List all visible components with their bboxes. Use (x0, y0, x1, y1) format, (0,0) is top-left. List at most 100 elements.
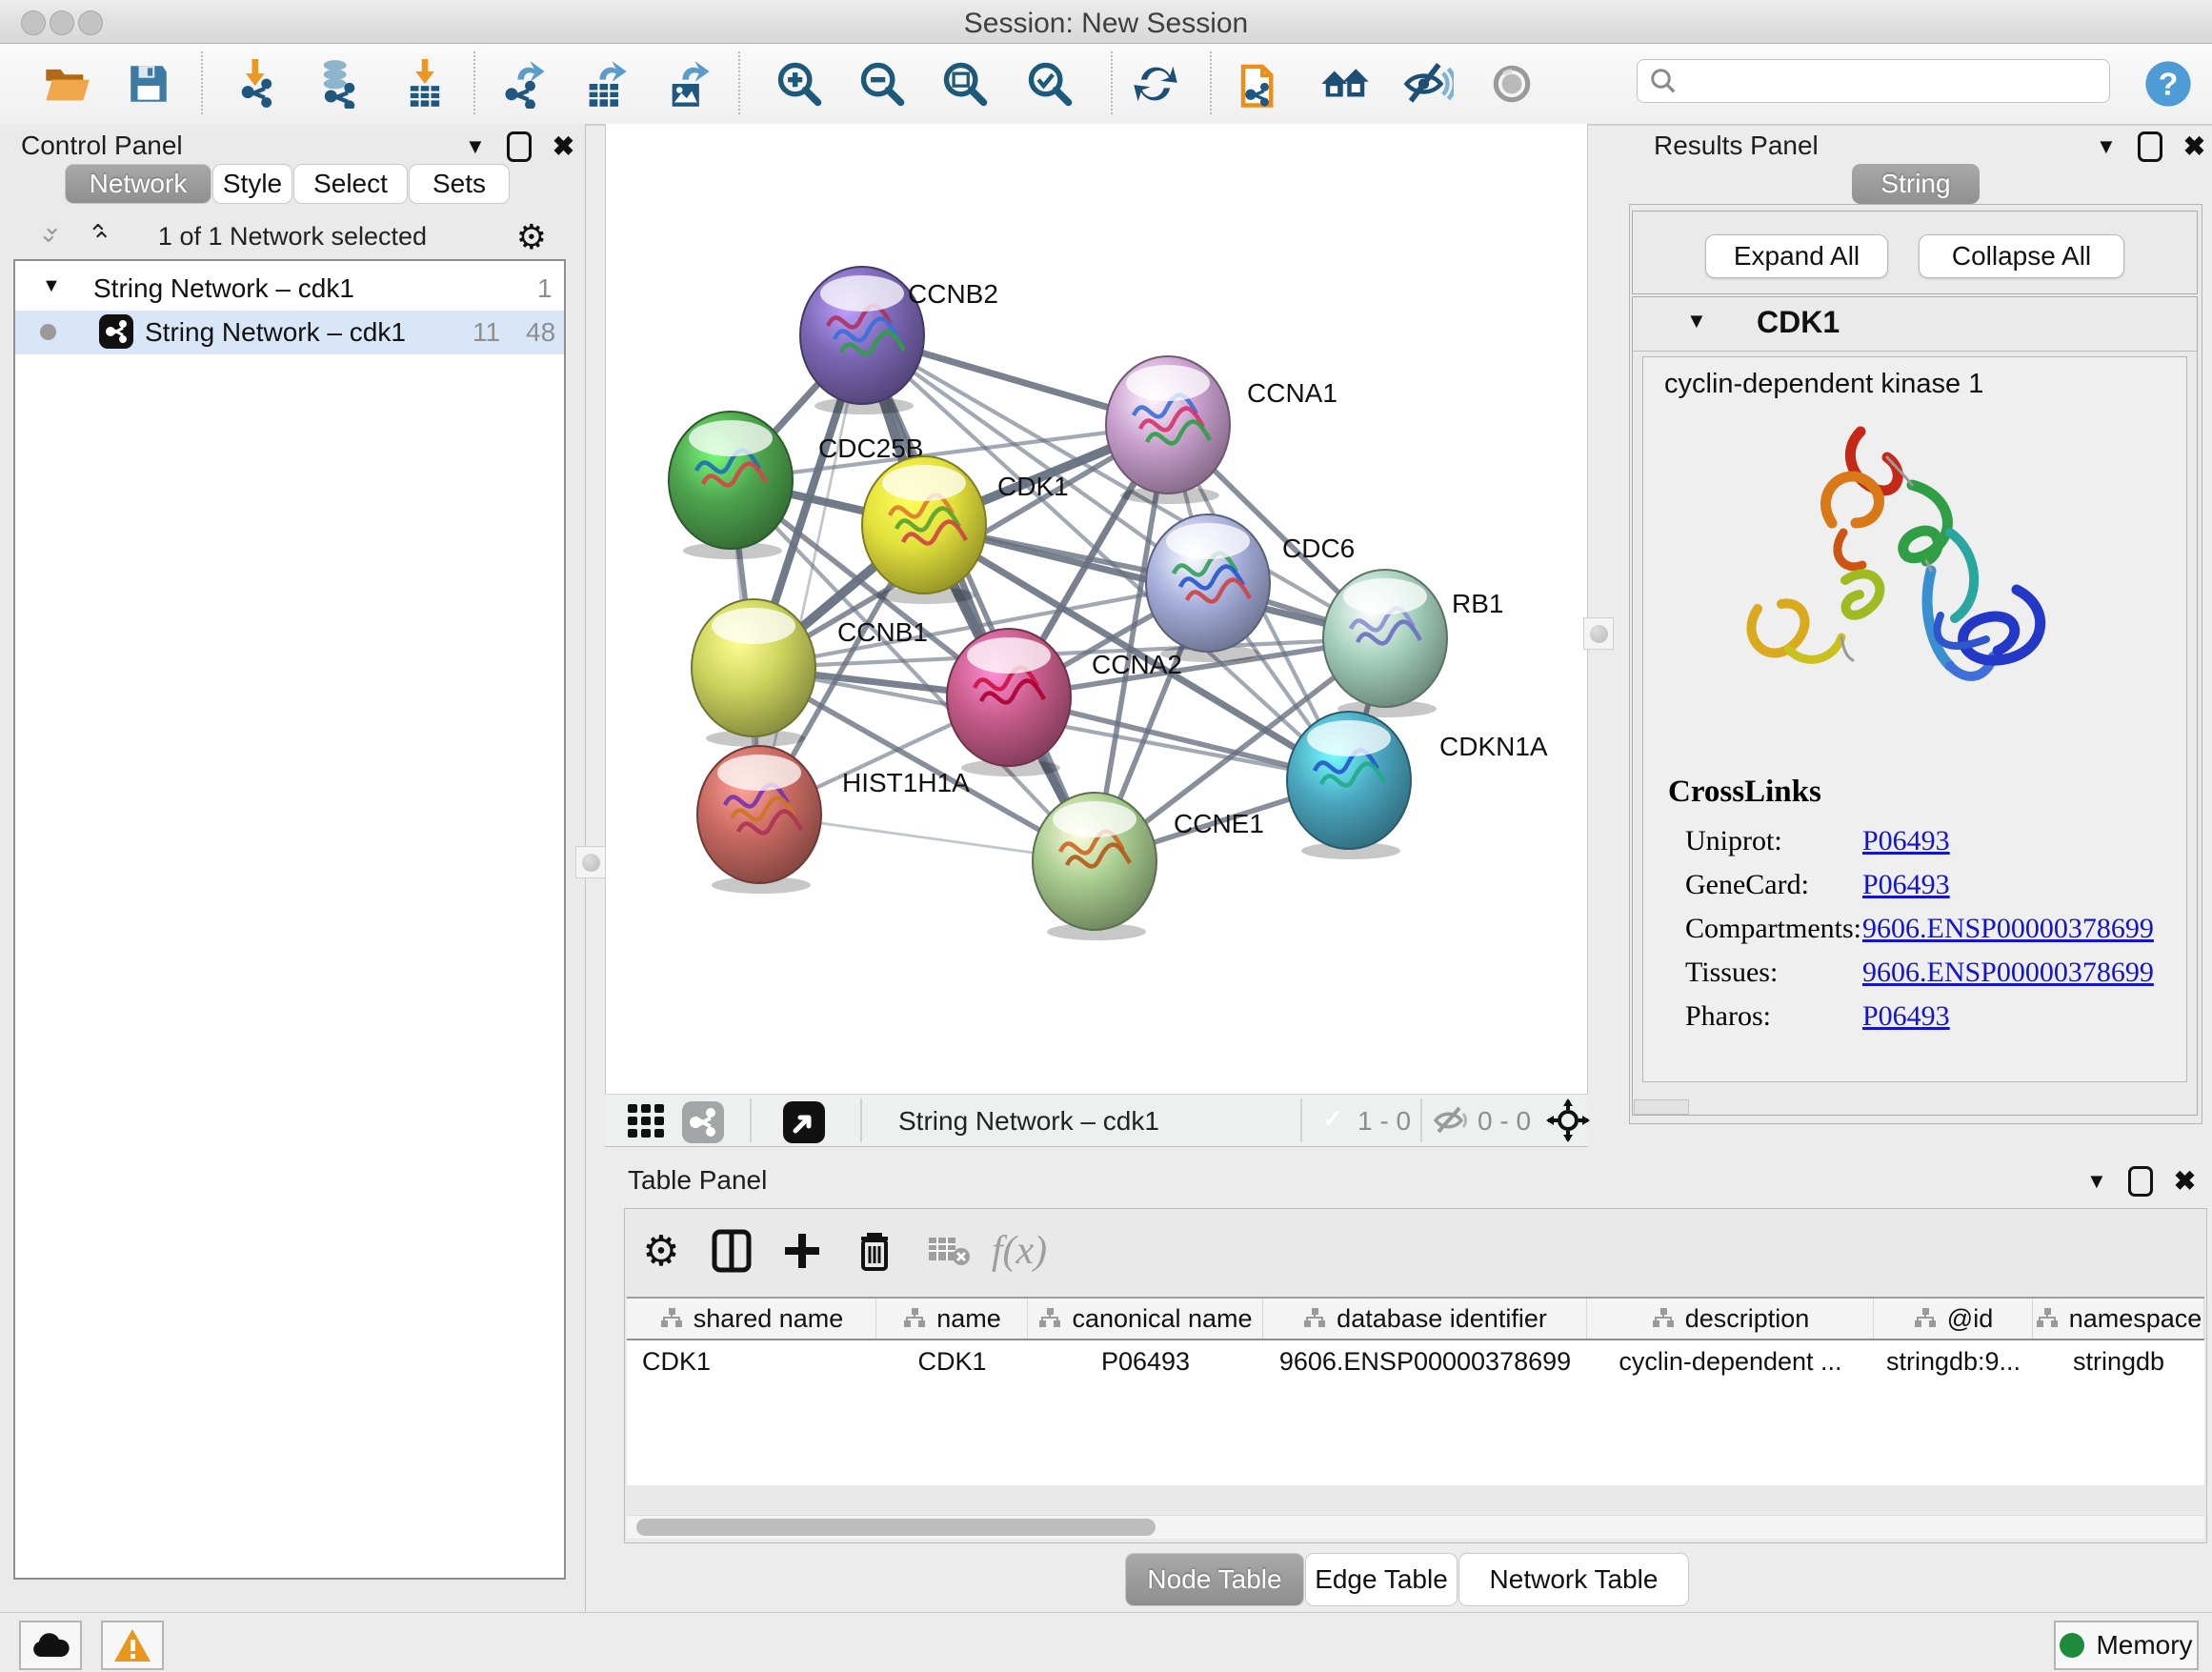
network-group-count: 1 (537, 273, 553, 304)
network-row-selected[interactable]: String Network – cdk1 11 48 (15, 311, 564, 354)
table-panel-float-icon[interactable] (2128, 1166, 2153, 1197)
network-share-view-icon[interactable] (681, 1100, 725, 1149)
tab-network[interactable]: Network (65, 164, 211, 204)
show-glass-ball-icon[interactable] (1485, 57, 1538, 111)
window-titlebar: Session: New Session (0, 0, 2212, 44)
column-header-description[interactable]: description (1587, 1299, 1874, 1339)
network-node-CDKN1A[interactable]: CDKN1A (1287, 712, 1548, 859)
network-node-CCNB2[interactable]: CCNB2 (800, 267, 998, 414)
export-table-icon[interactable] (579, 57, 633, 111)
group-collapse-icon[interactable]: ▼ (42, 275, 61, 297)
tab-sets[interactable]: Sets (409, 164, 510, 204)
column-header-name[interactable]: name (876, 1299, 1028, 1339)
birds-eye-view-icon[interactable] (782, 1100, 826, 1149)
results-panel-close-icon[interactable]: ✖ (2183, 131, 2205, 162)
left-splitter-handle[interactable] (575, 846, 606, 878)
control-panel-float-icon[interactable] (507, 131, 532, 162)
enhanced-labels-hide-icon[interactable] (1401, 57, 1455, 111)
crosslink-link[interactable]: 9606.ENSP00000378699 (1862, 957, 2154, 989)
network-node-CCNA2[interactable]: CCNA2 (947, 629, 1182, 776)
network-group-row[interactable]: ▼ String Network – cdk1 1 (15, 267, 564, 311)
table-settings-gear-icon[interactable]: ⚙ (636, 1226, 686, 1276)
main-toolbar: ? (0, 44, 2212, 126)
column-header-canonical-name[interactable]: canonical name (1028, 1299, 1263, 1339)
zoom-fit-icon[interactable] (938, 57, 992, 111)
fit-content-crosshair-icon[interactable] (1546, 1098, 1590, 1147)
warning-status-button[interactable] (101, 1621, 164, 1670)
results-tab-string[interactable]: String (1852, 164, 1980, 204)
help-icon[interactable]: ? (2142, 57, 2195, 111)
tab-node-table[interactable]: Node Table (1125, 1553, 1304, 1606)
show-columns-icon[interactable] (707, 1226, 756, 1276)
gene-card-scroll-stub[interactable] (1634, 1099, 1689, 1115)
toolbar-separator (1210, 51, 1212, 114)
import-table-file-icon[interactable] (398, 57, 452, 111)
export-network-icon[interactable] (497, 57, 551, 111)
network-node-RB1[interactable]: RB1 (1323, 570, 1503, 717)
hidden-nodes-icon[interactable] (1432, 1104, 1470, 1141)
cloud-icon (30, 1630, 71, 1661)
network-options-gear-icon[interactable]: ⚙ (516, 217, 547, 257)
search-input[interactable] (1678, 66, 2081, 97)
tab-network-table[interactable]: Network Table (1458, 1553, 1689, 1606)
tab-style[interactable]: Style (212, 164, 292, 204)
control-panel-tabs: NetworkStyleSelectSets (65, 164, 511, 204)
import-network-file-icon[interactable] (231, 57, 285, 111)
crosslink-link[interactable]: P06493 (1862, 1000, 1950, 1033)
table-panel-close-icon[interactable]: ✖ (2174, 1165, 2196, 1197)
collapse-all-button[interactable]: Collapse All (1919, 234, 2124, 278)
gene-collapse-icon[interactable]: ▼ (1686, 309, 1707, 333)
network-node-CCNA1[interactable]: CCNA1 (1106, 356, 1337, 504)
gene-card-header[interactable]: ▼ CDK1 (1633, 297, 2197, 352)
crosslink-link[interactable]: 9606.ENSP00000378699 (1862, 913, 2154, 945)
cloud-status-button[interactable] (19, 1621, 82, 1670)
column-header-namespace[interactable]: namespace (2033, 1299, 2204, 1339)
string-home-icon[interactable] (1318, 57, 1372, 111)
network-node-CCNE1[interactable]: CCNE1 (1033, 793, 1264, 940)
export-image-icon[interactable] (662, 57, 715, 111)
string-network-graph[interactable]: CCNB2CCNA1CDC25BCDK1CDC6RB1CCNB1CCNA2CDK… (606, 124, 1587, 1094)
column-header-at-id[interactable]: @id (1874, 1299, 2033, 1339)
expand-all-button[interactable]: Expand All (1705, 234, 1888, 278)
table-row[interactable]: CDK1CDK1P064939606.ENSP00000378699cyclin… (627, 1340, 2204, 1382)
refresh-icon[interactable] (1129, 57, 1182, 111)
network-node-count: 11 (473, 317, 500, 348)
control-panel-collapse-icon[interactable]: ▼ (465, 134, 486, 159)
open-session-icon[interactable] (40, 57, 93, 111)
zoom-in-icon[interactable] (773, 57, 826, 111)
control-panel: Control Panel ▼ ✖ NetworkStyleSelectSets… (0, 124, 586, 1612)
crosslink-link[interactable]: P06493 (1862, 869, 1950, 901)
tab-select[interactable]: Select (293, 164, 408, 204)
zoom-out-icon[interactable] (855, 57, 909, 111)
network-list-header: ⌄⌄ ⌃⌃ 1 of 1 Network selected ⚙ (0, 215, 585, 257)
network-view-canvas[interactable]: CCNB2CCNA1CDC25BCDK1CDC6RB1CCNB1CCNA2CDK… (605, 124, 1588, 1094)
memory-button[interactable]: Memory (2054, 1621, 2199, 1670)
import-network-database-icon[interactable] (312, 57, 366, 111)
column-header-shared-name[interactable]: shared name (627, 1299, 876, 1339)
results-panel-float-icon[interactable] (2138, 131, 2162, 162)
results-panel: Results Panel ▼ ✖ String Expand All Coll… (1619, 124, 2212, 1136)
network-node-HIST1H1A[interactable]: HIST1H1A (697, 746, 970, 894)
crosslink-link[interactable]: P06493 (1862, 825, 1950, 857)
column-header-label: canonical name (1072, 1304, 1252, 1334)
tab-edge-table[interactable]: Edge Table (1305, 1553, 1458, 1606)
save-session-icon[interactable] (122, 57, 175, 111)
results-panel-collapse-icon[interactable]: ▼ (2096, 134, 2117, 159)
string-document-icon[interactable] (1234, 57, 1287, 111)
column-header-label: database identifier (1337, 1304, 1547, 1334)
table-panel-collapse-icon[interactable]: ▼ (2086, 1169, 2107, 1194)
add-column-icon[interactable] (777, 1226, 827, 1276)
column-header-database-identifier[interactable]: database identifier (1263, 1299, 1587, 1339)
delete-column-icon[interactable] (850, 1226, 899, 1276)
delete-table-icon[interactable] (924, 1226, 974, 1276)
control-panel-close-icon[interactable]: ✖ (553, 131, 574, 162)
right-splitter-handle[interactable] (1583, 617, 1614, 650)
zoom-selected-icon[interactable] (1023, 57, 1076, 111)
grid-view-icon[interactable] (626, 1100, 668, 1147)
control-panel-header: Control Panel ▼ ✖ (0, 124, 585, 164)
table-horizontal-scrollbar[interactable] (627, 1515, 2204, 1539)
function-builder-icon[interactable]: f(x) (995, 1226, 1044, 1276)
column-type-icon (1037, 1307, 1062, 1330)
table-cell: stringdb:9... (1874, 1340, 2033, 1382)
scrollbar-thumb[interactable] (636, 1519, 1156, 1536)
